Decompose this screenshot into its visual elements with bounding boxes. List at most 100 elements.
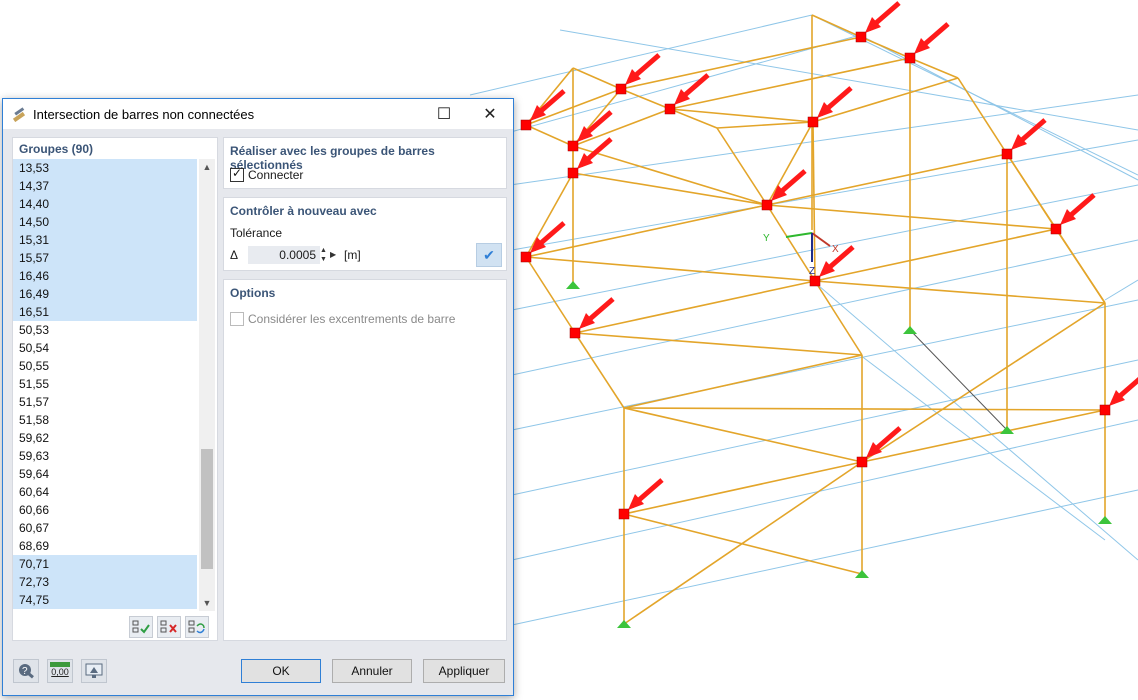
- recheck-button[interactable]: ✔: [476, 243, 502, 267]
- member-line: [766, 153, 1008, 206]
- dialog-title: Intersection de barres non connectées: [33, 107, 255, 122]
- member-line: [957, 77, 1008, 155]
- group-list-item[interactable]: 59,63: [13, 447, 197, 465]
- scroll-up-icon[interactable]: ▲: [199, 159, 215, 175]
- scroll-down-icon[interactable]: ▼: [199, 595, 215, 611]
- groups-list[interactable]: 13,53 14,37 14,40 14,50 15,31 15,57 16,46 16,49…: [13, 159, 197, 611]
- group-list-item[interactable]: 13,53: [13, 159, 197, 177]
- member-line: [861, 302, 1106, 463]
- grid-line: [559, 29, 1138, 131]
- intersection-marker: [904, 22, 950, 64]
- grid-line: [499, 34, 861, 136]
- help-button[interactable]: ?: [13, 659, 39, 683]
- tolerance-unit: [m]: [344, 248, 361, 262]
- group-list-item[interactable]: 16,51: [13, 303, 197, 321]
- group-list-item[interactable]: 50,53: [13, 321, 197, 339]
- node-square: [1001, 148, 1013, 160]
- group-list-item[interactable]: 68,69: [13, 537, 197, 555]
- grid-line: [511, 419, 1138, 561]
- title-bar[interactable]: Intersection de barres non connectées ☐ …: [3, 99, 513, 129]
- group-list-item[interactable]: 15,57: [13, 249, 197, 267]
- group-list-item[interactable]: 16,46: [13, 267, 197, 285]
- supports: [566, 281, 1112, 628]
- member-line: [766, 204, 816, 282]
- eccentricity-checkbox[interactable]: [230, 312, 244, 326]
- spin-updown-icon[interactable]: ▲ ▼: [320, 246, 330, 264]
- group-list-item[interactable]: 14,40: [13, 195, 197, 213]
- grid-line: [511, 489, 1138, 626]
- node-square: [618, 508, 630, 520]
- realize-section: Réaliser avec les groupes de barres séle…: [223, 137, 507, 189]
- intersection-marker: [855, 1, 901, 43]
- group-list-item[interactable]: 60,64: [13, 483, 197, 501]
- intersection-marker: [520, 89, 566, 131]
- tolerance-input[interactable]: 0.0005: [248, 246, 320, 264]
- group-list-item[interactable]: 50,54: [13, 339, 197, 357]
- group-list-item[interactable]: 50,55: [13, 357, 197, 375]
- select-all-button[interactable]: [129, 616, 153, 638]
- units-icon: 0,00: [50, 662, 70, 680]
- group-list-item[interactable]: 51,58: [13, 411, 197, 429]
- group-list-item[interactable]: 60,67: [13, 519, 197, 537]
- group-list-item[interactable]: 60,66: [13, 501, 197, 519]
- units-button[interactable]: 0,00: [47, 659, 73, 683]
- node-square: [761, 199, 773, 211]
- member-line: [525, 204, 768, 258]
- ok-button[interactable]: OK: [241, 659, 321, 683]
- invert-selection-button[interactable]: [185, 616, 209, 638]
- deselect-all-icon: [160, 620, 177, 633]
- group-list-item[interactable]: 59,62: [13, 429, 197, 447]
- connect-checkbox[interactable]: ✓: [230, 166, 244, 182]
- view-button[interactable]: [81, 659, 107, 683]
- groups-scrollbar[interactable]: ▲ ▼: [199, 159, 215, 611]
- group-list-item[interactable]: 74,75: [13, 591, 197, 609]
- member-line: [669, 108, 814, 123]
- group-list-item[interactable]: 59,64: [13, 465, 197, 483]
- member-line: [525, 124, 574, 147]
- eccentricity-label: Considérer les excentrements de barre: [248, 312, 456, 326]
- group-list-item[interactable]: 72,73: [13, 573, 197, 591]
- member-line: [623, 461, 863, 515]
- tolerance-label: Tolérance: [230, 226, 283, 240]
- group-list-item[interactable]: 16,49: [13, 285, 197, 303]
- grid-lines: [469, 14, 1138, 626]
- groups-header: Groupes (90): [19, 142, 94, 156]
- axis-x-label: X: [832, 244, 839, 255]
- group-list-item[interactable]: 14,37: [13, 177, 197, 195]
- close-icon: ✕: [483, 106, 497, 123]
- member-line: [623, 407, 1106, 411]
- member-line: [620, 36, 862, 90]
- node-square: [567, 167, 579, 179]
- units-icon-text: 0,00: [51, 667, 69, 677]
- group-list-item[interactable]: 51,55: [13, 375, 197, 393]
- check-icon: ✓: [232, 166, 243, 180]
- member-line: [860, 36, 911, 59]
- member-line: [814, 228, 1057, 282]
- member-line: [766, 121, 814, 206]
- support-icon: [855, 570, 869, 578]
- svg-text:?: ?: [22, 666, 28, 677]
- group-list-item[interactable]: 15,31: [13, 231, 197, 249]
- grid-line: [1104, 279, 1138, 301]
- member-line: [811, 14, 862, 38]
- group-list-item[interactable]: 14,50: [13, 213, 197, 231]
- help-icon: ?: [19, 664, 34, 679]
- close-button[interactable]: ✕: [467, 99, 513, 129]
- member-line: [574, 332, 625, 409]
- group-list-item[interactable]: 51,57: [13, 393, 197, 411]
- member-line: [574, 280, 816, 334]
- deselect-all-button[interactable]: [157, 616, 181, 638]
- cancel-button[interactable]: Annuler: [332, 659, 412, 683]
- intersection-marker: [856, 426, 902, 468]
- spin-right-icon[interactable]: ▶: [330, 246, 338, 264]
- apply-button[interactable]: Appliquer: [423, 659, 505, 683]
- node-square: [1050, 223, 1062, 235]
- scroll-thumb[interactable]: [201, 449, 213, 569]
- group-list-item[interactable]: 70,71: [13, 555, 197, 573]
- grid-line: [859, 34, 1138, 181]
- member-line: [572, 145, 768, 206]
- support-icon: [903, 326, 917, 334]
- maximize-button[interactable]: ☐: [421, 99, 467, 129]
- node-square: [855, 31, 867, 43]
- member-line: [716, 121, 814, 129]
